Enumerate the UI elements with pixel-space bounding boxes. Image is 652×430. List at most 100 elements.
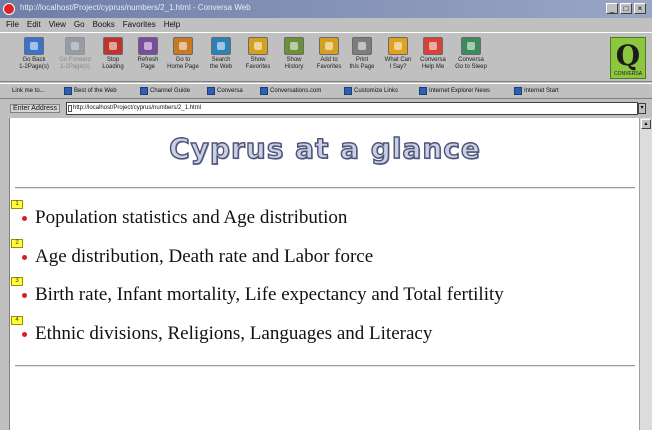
close-button[interactable]: ×	[634, 3, 646, 14]
menu-view[interactable]: View	[49, 18, 66, 32]
topic-link[interactable]: Ethnic divisions, Religions, Languages a…	[35, 323, 432, 345]
topic-list: 1 Population statistics and Age distribut…	[10, 200, 639, 354]
link-label: Internet Explorer News	[429, 88, 491, 94]
home-button[interactable]: Go to Home Page	[163, 37, 203, 81]
what-can-i-say-label: What Can I Say?	[384, 57, 412, 70]
title-bar: http://localhost/Project/cyprus/numbers/…	[0, 0, 652, 18]
menu-bar: File Edit View Go Books Favorites Help	[0, 18, 652, 32]
conversa-logo: Q CONVERSA	[610, 37, 646, 79]
list-item: 4 Ethnic divisions, Religions, Languages …	[10, 315, 639, 355]
refresh-icon	[138, 37, 158, 55]
link-label: Channel Guide	[150, 88, 191, 94]
topic-link[interactable]: Birth rate, Infant mortality, Life expec…	[35, 284, 504, 306]
menu-books[interactable]: Books	[93, 18, 115, 32]
divider-bottom	[15, 365, 635, 367]
ie-link-icon	[514, 87, 522, 95]
window-title: http://localhost/Project/cyprus/numbers/…	[20, 3, 251, 12]
links-bar: Link me to... Best of the Web Channel Gui…	[0, 83, 652, 99]
toolbar: Q CONVERSA Go Back 1-2Page(s) Go Forward …	[0, 32, 652, 82]
bullet-icon	[22, 293, 27, 298]
voice-number-badge: 2	[11, 238, 23, 248]
history-icon	[284, 37, 304, 55]
vertical-scrollbar[interactable]: ▴	[639, 118, 652, 430]
print-label: Print this Page	[349, 57, 375, 70]
help-button[interactable]: Conversa Help Me	[413, 37, 453, 81]
app-icon	[3, 3, 15, 15]
scroll-up-icon[interactable]: ▴	[641, 119, 651, 129]
bullet-icon	[22, 254, 27, 260]
logo-subtext: CONVERSA	[613, 71, 643, 77]
address-dropdown-icon[interactable]: ▾	[638, 103, 646, 114]
address-url: http://localhost/Project/cyprus/numbers/…	[73, 105, 202, 111]
forward-button[interactable]: Go Forward 1-2Page(s)	[55, 37, 95, 81]
forward-icon	[65, 37, 85, 55]
sleep-icon	[461, 37, 481, 55]
ie-link-icon	[64, 87, 72, 95]
stop-button[interactable]: Stop Loading	[93, 37, 133, 81]
list-item: 2 Age distribution, Death rate and Labor …	[10, 238, 639, 278]
what-can-i-say-button[interactable]: What Can I Say?	[378, 37, 418, 81]
voice-number-badge: 3	[11, 277, 23, 286]
topic-link[interactable]: Population statistics and Age distributi…	[35, 207, 347, 229]
menu-favorites[interactable]: Favorites	[123, 18, 156, 32]
address-input[interactable]: http://localhost/Project/cyprus/numbers/…	[66, 102, 638, 115]
history-button[interactable]: Show History	[274, 37, 314, 81]
page-icon	[68, 105, 72, 112]
topic-link[interactable]: Age distribution, Death rate and Labor f…	[35, 246, 373, 268]
address-bar: Enter Address http://localhost/Project/c…	[0, 100, 652, 117]
link-item[interactable]: Conversations.com	[260, 87, 321, 95]
stop-icon	[103, 37, 123, 55]
sleep-button[interactable]: Conversa Go to Sleep	[451, 37, 491, 81]
print-button[interactable]: Print this Page	[342, 37, 382, 81]
window-controls: _ □ ×	[606, 3, 646, 14]
help-icon	[423, 37, 443, 55]
history-label: Show History	[284, 57, 304, 70]
search-button[interactable]: Search the Web	[201, 37, 241, 81]
menu-file[interactable]: File	[6, 18, 19, 32]
ie-link-icon	[140, 87, 148, 95]
link-label: Conversations.com	[270, 88, 322, 94]
page-content: Cyprus at a glance 1 Population statistic…	[9, 118, 639, 430]
address-label: Enter Address	[10, 104, 60, 113]
link-label: Customize Links	[354, 88, 399, 94]
home-label: Go to Home Page	[167, 57, 199, 70]
divider-top	[15, 187, 635, 189]
minimize-button[interactable]: _	[606, 3, 618, 14]
favorites-label: Show Favorites	[245, 57, 271, 70]
favorites-button[interactable]: Show Favorites	[238, 37, 278, 81]
refresh-label: Refresh Page	[137, 57, 159, 70]
list-item: 3 Birth rate, Infant mortality, Life expe…	[10, 277, 639, 316]
back-icon	[24, 37, 44, 55]
link-item[interactable]: Customize Links	[344, 87, 398, 95]
refresh-button[interactable]: Refresh Page	[128, 37, 168, 81]
list-item: 1 Population statistics and Age distribut…	[10, 200, 639, 239]
voice-number-badge: 4	[11, 315, 23, 325]
favorites-icon	[248, 37, 268, 55]
ie-link-icon	[344, 87, 352, 95]
ie-link-icon	[207, 87, 215, 95]
back-button[interactable]: Go Back 1-2Page(s)	[14, 37, 54, 81]
print-icon	[352, 37, 372, 55]
help-label: Conversa Help Me	[420, 57, 446, 70]
ie-link-icon	[419, 87, 427, 95]
link-item[interactable]: Conversa	[207, 87, 243, 95]
menu-edit[interactable]: Edit	[27, 18, 41, 32]
bullet-icon	[22, 216, 27, 221]
home-icon	[173, 37, 193, 55]
stop-label: Stop Loading	[102, 57, 124, 70]
page-title: Cyprus at a glance	[168, 131, 481, 165]
link-item[interactable]: Internet Explorer News	[419, 87, 490, 95]
bullet-icon	[22, 331, 27, 337]
menu-help[interactable]: Help	[164, 18, 180, 32]
search-label: Search the Web	[209, 57, 233, 70]
link-label: Best of the Web	[74, 88, 117, 94]
link-label: Internet Start	[524, 88, 559, 94]
link-item[interactable]: Channel Guide	[140, 87, 190, 95]
maximize-button[interactable]: □	[620, 3, 632, 14]
forward-label: Go Forward 1-2Page(s)	[59, 57, 91, 70]
link-item[interactable]: Internet Start	[514, 87, 559, 95]
menu-go[interactable]: Go	[74, 18, 85, 32]
ie-link-icon	[260, 87, 268, 95]
link-item[interactable]: Best of the Web	[64, 87, 117, 95]
voice-number-badge: 1	[11, 200, 23, 209]
